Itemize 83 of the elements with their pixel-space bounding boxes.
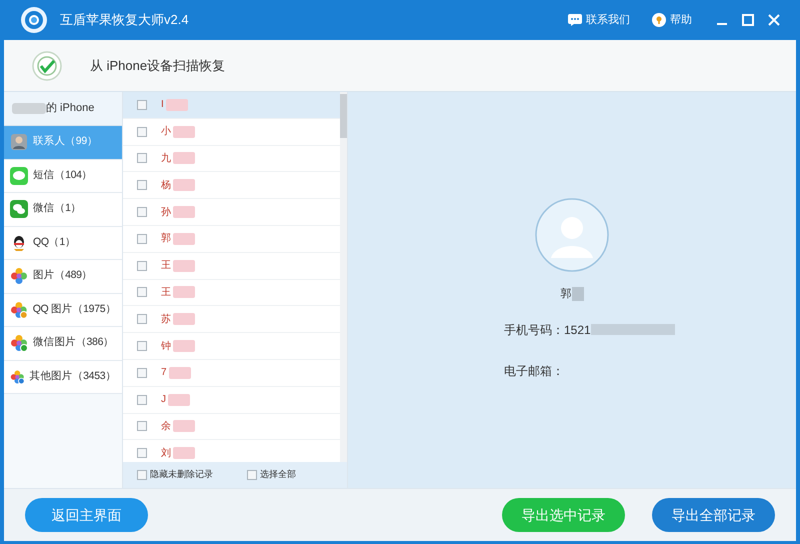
blur-patch bbox=[168, 366, 191, 379]
window-title: 互盾苹果恢复大师v2.4 bbox=[60, 11, 189, 30]
sidebar-item[interactable]: QQ（1） bbox=[4, 226, 122, 260]
contact-name: 郭 bbox=[161, 232, 171, 246]
flower-icon bbox=[10, 267, 28, 286]
sidebar-item[interactable]: 图片（489） bbox=[4, 260, 122, 294]
blur-patch bbox=[173, 447, 195, 460]
contact-name: 王 bbox=[161, 286, 171, 300]
flower-icon bbox=[10, 368, 25, 386]
close-icon[interactable] bbox=[768, 14, 780, 26]
contact-row[interactable]: 九 bbox=[123, 146, 340, 172]
checkbox[interactable] bbox=[137, 421, 147, 432]
help-button[interactable]: 帮助 bbox=[652, 12, 692, 28]
contact-name: 孙 bbox=[161, 206, 171, 220]
contact-row[interactable]: 余 bbox=[123, 414, 340, 440]
chat-bubble-icon bbox=[10, 166, 28, 185]
blur-patch bbox=[173, 232, 195, 245]
blur-patch bbox=[173, 286, 195, 298]
checkbox[interactable] bbox=[137, 287, 147, 298]
checkbox[interactable] bbox=[137, 260, 147, 271]
avatar-icon bbox=[535, 198, 609, 272]
checkbox[interactable] bbox=[137, 394, 147, 405]
contact-name: 余 bbox=[161, 420, 171, 434]
contact-row[interactable]: 王 bbox=[123, 280, 340, 306]
contact-name: 九 bbox=[161, 152, 171, 166]
checkbox[interactable] bbox=[137, 180, 147, 190]
checkbox[interactable] bbox=[137, 153, 147, 164]
contact-name: 钟 bbox=[161, 340, 171, 354]
phone-number: 1521 bbox=[564, 322, 591, 338]
flower-icon bbox=[10, 334, 28, 352]
sidebar-item[interactable]: 微信图片（386） bbox=[4, 327, 122, 360]
checkbox[interactable] bbox=[137, 341, 147, 352]
contact-name: 小 bbox=[161, 124, 171, 140]
checkbox[interactable] bbox=[137, 314, 147, 324]
contact-name: I bbox=[161, 98, 164, 112]
back-button[interactable]: 返回主界面 bbox=[25, 498, 148, 532]
checkbox[interactable] bbox=[137, 368, 147, 378]
contact-row[interactable]: I bbox=[123, 92, 340, 119]
header-title: 从 iPhone设备扫描恢复 bbox=[90, 56, 226, 75]
contact-name: 杨 bbox=[161, 178, 171, 193]
contact-name: 7 bbox=[161, 366, 167, 380]
checkbox[interactable] bbox=[137, 448, 147, 458]
blur-patch bbox=[173, 260, 195, 272]
sidebar-item[interactable]: 其他图片（3453） bbox=[4, 360, 122, 394]
scrollbar[interactable] bbox=[340, 92, 347, 462]
blur-patch bbox=[12, 103, 46, 114]
hide-undeleted-label[interactable]: 隐藏未删除记录 bbox=[150, 468, 213, 482]
contact-card-icon bbox=[10, 133, 28, 152]
checkbox[interactable] bbox=[247, 470, 257, 480]
bulb-icon bbox=[652, 13, 666, 27]
checkbox[interactable] bbox=[137, 100, 147, 110]
email-label: 电子邮箱： bbox=[504, 362, 564, 380]
sidebar-item[interactable]: 微信（1） bbox=[4, 193, 122, 226]
chat-bubble-icon bbox=[568, 14, 582, 26]
blur-patch bbox=[173, 179, 195, 192]
contact-name: 王 bbox=[161, 259, 171, 274]
device-name: 的 iPhone bbox=[46, 101, 94, 116]
contact-name: 苏 bbox=[161, 312, 171, 327]
checkbox[interactable] bbox=[137, 470, 147, 480]
blur-patch bbox=[173, 126, 195, 138]
select-all-label[interactable]: 选择全部 bbox=[260, 468, 296, 482]
export-all-button[interactable]: 导出全部记录 bbox=[652, 498, 775, 532]
blur-patch bbox=[572, 287, 584, 302]
checkbox[interactable] bbox=[137, 126, 147, 137]
contact-us-button[interactable]: 联系我们 bbox=[568, 12, 630, 28]
blur-patch bbox=[173, 313, 195, 326]
checkbox[interactable] bbox=[137, 207, 147, 218]
blur-patch bbox=[173, 206, 195, 218]
checkbox[interactable] bbox=[137, 234, 147, 244]
contact-name: 刘 bbox=[161, 446, 171, 461]
chat-bubbles-icon bbox=[10, 200, 28, 218]
contact-name: 郭 bbox=[560, 286, 572, 302]
blur-patch bbox=[173, 420, 195, 432]
blur-patch bbox=[168, 394, 190, 406]
blur-patch bbox=[166, 98, 188, 111]
phone-label: 手机号码： bbox=[504, 322, 564, 338]
contact-name: J bbox=[161, 393, 166, 408]
maximize-icon[interactable] bbox=[742, 14, 754, 26]
sidebar-item[interactable]: 短信（104） bbox=[4, 160, 122, 193]
blur-patch bbox=[173, 152, 195, 164]
blur-patch bbox=[173, 340, 195, 352]
sidebar-item[interactable]: QQ 图片（1975） bbox=[4, 294, 122, 327]
flower-icon bbox=[10, 300, 28, 319]
